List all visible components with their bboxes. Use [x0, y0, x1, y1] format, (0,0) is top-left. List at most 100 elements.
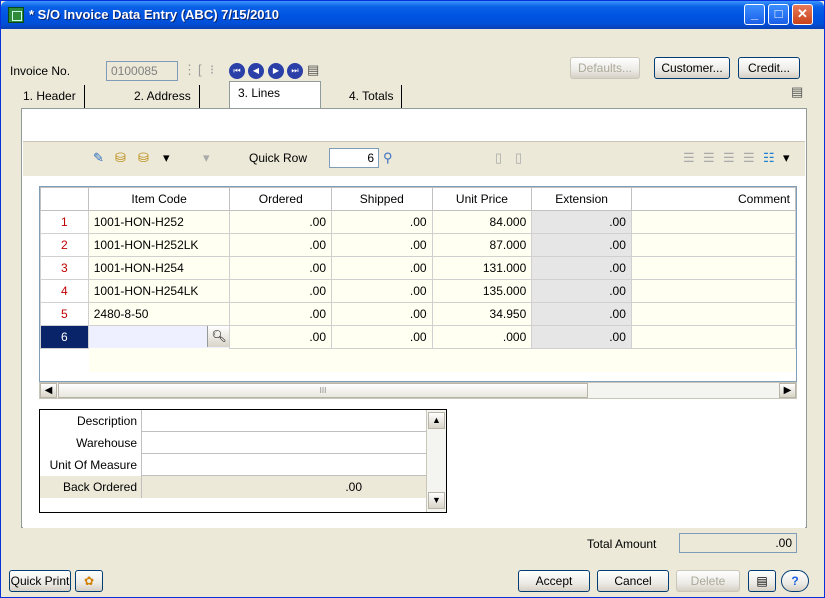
scroll-down-icon[interactable]: ▼ [428, 492, 445, 509]
warehouse-value[interactable] [142, 432, 426, 454]
tab-header[interactable]: 1. Header [15, 85, 85, 108]
list-icon[interactable]: ☰ [723, 150, 735, 166]
comment-cell[interactable] [630, 279, 796, 303]
table-row-selected[interactable]: 6 🔍︎ .00 .00 .000 .00 [40, 325, 796, 349]
cancel-button[interactable]: Cancel [597, 570, 669, 592]
col-comment[interactable]: Comment [630, 187, 796, 211]
scroll-right-icon[interactable]: ▶ [779, 383, 796, 398]
item-code-input[interactable]: 🔍︎ [87, 325, 231, 349]
defaults-button[interactable]: Defaults... [570, 57, 640, 79]
first-record-icon[interactable]: ⏮ [229, 63, 245, 79]
unit-price-cell[interactable]: 135.000 [431, 279, 533, 303]
col-item-code[interactable]: Item Code [87, 187, 231, 211]
table-row[interactable]: 3 1001-HON-H254 .00 .00 131.000 .00 [40, 256, 796, 280]
notes-icon[interactable]: ▤ [307, 62, 319, 78]
chevron-down-icon[interactable]: ▾ [163, 150, 170, 166]
help-button[interactable]: ? [781, 570, 809, 592]
row-number[interactable]: 5 [40, 302, 89, 326]
description-value[interactable] [142, 410, 426, 432]
comment-cell[interactable] [630, 256, 796, 280]
shipped-cell[interactable]: .00 [331, 210, 433, 234]
minimize-button[interactable]: _ [744, 4, 765, 25]
shipped-cell[interactable]: .00 [331, 325, 433, 349]
tab-address[interactable]: 2. Address [126, 85, 200, 108]
quick-print-button[interactable]: Quick Print [9, 570, 71, 592]
jump-icon[interactable]: ⚲ [383, 150, 393, 166]
table-row[interactable]: 4 1001-HON-H254LK .00 .00 135.000 .00 [40, 279, 796, 303]
quick-row-input[interactable]: 6 [329, 148, 379, 168]
insert-row-icon[interactable]: ▯ [495, 150, 502, 166]
col-ordered[interactable]: Ordered [229, 187, 333, 211]
previous-record-icon[interactable]: ◀ [248, 63, 264, 79]
row-number[interactable]: 2 [40, 233, 89, 257]
indent-icon[interactable]: ☰ [683, 150, 695, 166]
item-code-cell[interactable]: 1001-HON-H254LK [87, 279, 231, 303]
customer-button[interactable]: Customer... [654, 57, 730, 79]
edit-icon[interactable]: ✎ [93, 150, 104, 166]
ordered-cell[interactable]: .00 [229, 325, 333, 349]
comment-cell[interactable] [630, 233, 796, 257]
accept-button[interactable]: Accept [518, 570, 590, 592]
close-button[interactable]: ✕ [792, 4, 813, 25]
maximize-button[interactable]: □ [768, 4, 789, 25]
next-record-icon[interactable]: ▶ [268, 63, 284, 79]
unit-price-cell[interactable]: 84.000 [431, 210, 533, 234]
row-number[interactable]: 4 [40, 279, 89, 303]
comment-cell[interactable] [630, 210, 796, 234]
col-unit-price[interactable]: Unit Price [431, 187, 533, 211]
shipped-cell[interactable]: .00 [331, 302, 433, 326]
item-code-cell[interactable]: 1001-HON-H252 [87, 210, 231, 234]
table-row[interactable]: 2 1001-HON-H252LK .00 .00 87.000 .00 [40, 233, 796, 257]
next-number-icon[interactable]: ⋮ [183, 62, 196, 78]
grid-horizontal-scrollbar[interactable]: ◀ III ▶ [39, 382, 797, 399]
print-preview-icon[interactable]: ▤ [791, 84, 803, 100]
scroll-left-icon[interactable]: ◀ [40, 383, 57, 398]
tab-totals[interactable]: 4. Totals [341, 85, 403, 108]
customize-icon[interactable]: ☷ [763, 150, 775, 166]
table-row[interactable]: 5 2480-8-50 .00 .00 34.950 .00 [40, 302, 796, 326]
copy-icon[interactable]: [ [198, 62, 202, 78]
table-row[interactable]: 1 1001-HON-H252 .00 .00 84.000 .00 [40, 210, 796, 234]
unit-price-cell[interactable]: .000 [431, 325, 533, 349]
col-extension[interactable]: Extension [531, 187, 632, 211]
item-code-cell[interactable]: 1001-HON-H254 [87, 256, 231, 280]
uom-value[interactable] [142, 454, 426, 476]
delete-row-icon[interactable]: ▯ [515, 150, 522, 166]
shipped-cell[interactable]: .00 [331, 233, 433, 257]
unit-price-cell[interactable]: 34.950 [431, 302, 533, 326]
ordered-cell[interactable]: .00 [229, 210, 333, 234]
chevron-down-icon[interactable]: ▾ [783, 150, 790, 166]
chevron-down-icon[interactable]: ▾ [203, 150, 210, 166]
shipped-cell[interactable]: .00 [331, 279, 433, 303]
list-alt-icon[interactable]: ☰ [743, 150, 755, 166]
ordered-cell[interactable]: .00 [229, 302, 333, 326]
row-number[interactable]: 6 [40, 325, 89, 349]
print-button[interactable]: ▤ [748, 570, 776, 592]
row-number[interactable]: 1 [40, 210, 89, 234]
row-number[interactable]: 3 [40, 256, 89, 280]
last-record-icon[interactable]: ⏭ [287, 63, 303, 79]
binoculars-icon[interactable]: ⛁ [115, 150, 126, 166]
ordered-cell[interactable]: .00 [229, 256, 333, 280]
delete-record-icon[interactable]: ⁝ [210, 62, 214, 78]
tab-lines[interactable]: 3. Lines [229, 81, 321, 109]
outdent-icon[interactable]: ☰ [703, 150, 715, 166]
credit-button[interactable]: Credit... [738, 57, 800, 79]
unit-price-cell[interactable]: 131.000 [431, 256, 533, 280]
scroll-thumb[interactable]: III [58, 383, 588, 398]
ordered-cell[interactable]: .00 [229, 233, 333, 257]
col-shipped[interactable]: Shipped [331, 187, 433, 211]
shipped-cell[interactable]: .00 [331, 256, 433, 280]
title-bar[interactable]: * S/O Invoice Data Entry (ABC) 7/15/2010… [1, 1, 824, 29]
comment-cell[interactable] [630, 325, 796, 349]
binoculars-next-icon[interactable]: ⛁ [138, 150, 149, 166]
detail-vertical-scrollbar[interactable]: ▲ ▼ [426, 410, 446, 512]
item-lookup-button[interactable]: 🔍︎ [207, 326, 229, 347]
ordered-cell[interactable]: .00 [229, 279, 333, 303]
delete-button[interactable]: Delete [676, 570, 740, 592]
item-code-cell[interactable]: 1001-HON-H252LK [87, 233, 231, 257]
invoice-no-field[interactable]: 0100085 [106, 61, 178, 81]
comment-cell[interactable] [630, 302, 796, 326]
unit-price-cell[interactable]: 87.000 [431, 233, 533, 257]
workflow-button[interactable]: ✿ [75, 570, 103, 592]
